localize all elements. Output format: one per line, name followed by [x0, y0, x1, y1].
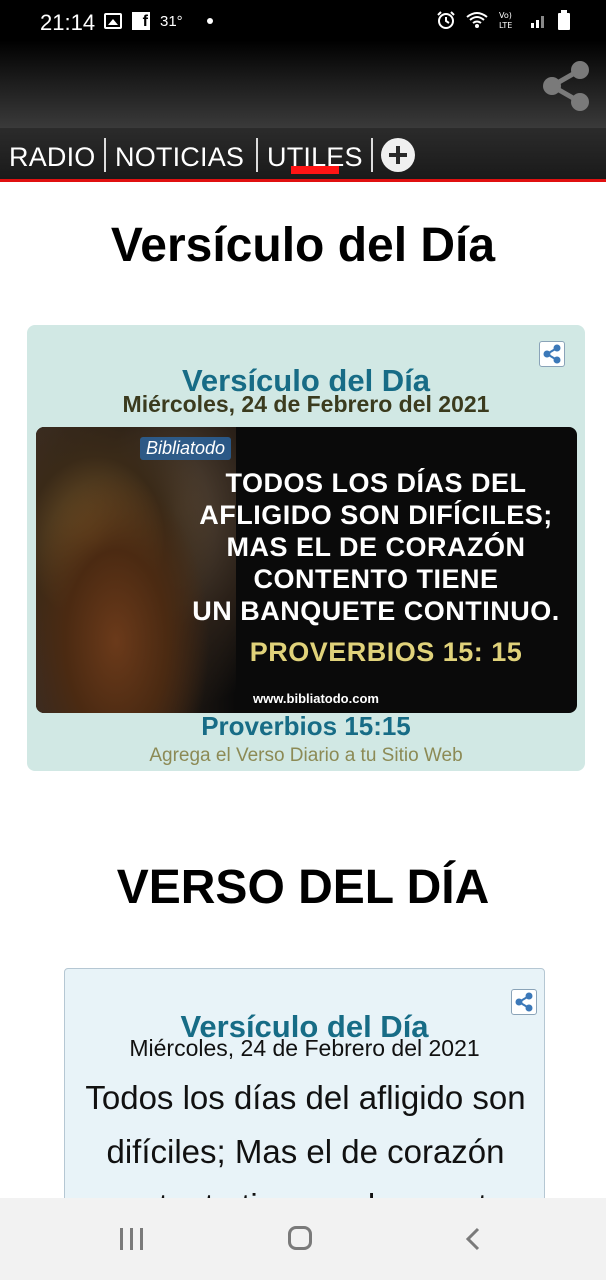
svg-text:LTE: LTE — [499, 21, 512, 30]
tab-radio[interactable]: RADIO — [9, 142, 96, 173]
tab-divider — [104, 138, 106, 172]
back-icon[interactable] — [462, 1226, 488, 1252]
recent-apps-icon[interactable] — [120, 1228, 146, 1250]
active-tab-indicator — [291, 166, 339, 174]
facebook-icon: f — [132, 12, 150, 30]
page-heading: Versículo del Día — [110, 219, 496, 272]
verse-image-reference: PROVERBIOS 15: 15 — [249, 637, 523, 667]
tab-bar: RADIO NOTICIAS UTILES — [0, 128, 606, 182]
home-icon[interactable] — [288, 1226, 312, 1250]
verse-reference-link[interactable]: Proverbios 15:15 — [27, 711, 585, 742]
tab-divider — [256, 138, 258, 172]
verse-image[interactable]: Bibliatodo TODOS LOS DÍAS DEL AFLIGIDO S… — [36, 427, 577, 713]
battery-icon — [558, 10, 570, 30]
status-right-icons: Vo) LTE — [436, 10, 570, 30]
verse-text-card: Versículo del Día Miércoles, 24 de Febre… — [64, 968, 545, 1228]
verse-line: AFLIGIDO SON DIFÍCILES; — [199, 500, 553, 530]
tab-noticias[interactable]: NOTICIAS — [115, 142, 244, 173]
gallery-icon — [104, 13, 122, 29]
wifi-icon — [466, 12, 488, 28]
share-icon[interactable] — [538, 58, 594, 114]
verse-image-text: TODOS LOS DÍAS DEL AFLIGIDO SON DIFÍCILE… — [186, 467, 566, 627]
section-heading: VERSO DEL DÍA — [116, 861, 490, 914]
alarm-icon — [437, 11, 455, 29]
volte-icon: Vo)LTE — [499, 11, 512, 30]
app-header: 21:14 f 31° Vo) LTE — [0, 0, 606, 128]
verse-line: TODOS LOS DÍAS DEL — [225, 468, 527, 498]
notification-dot-icon — [206, 18, 213, 24]
status-left-icons: f 31° — [104, 12, 213, 30]
svg-text:Vo): Vo) — [499, 11, 512, 20]
verse-image-url: www.bibliatodo.com — [253, 691, 379, 706]
card-date: Miércoles, 24 de Febrero del 2021 — [129, 1035, 480, 1061]
verse-line: UN BANQUETE CONTINUO. — [192, 596, 560, 626]
card-date: Miércoles, 24 de Febrero del 2021 — [122, 391, 490, 417]
bibliatodo-logo: Bibliatodo — [140, 437, 232, 460]
temperature: 31° — [160, 12, 183, 30]
add-tab-icon[interactable] — [381, 138, 415, 172]
verse-line: MAS EL DE CORAZÓN — [226, 532, 526, 562]
verse-line: CONTENTO TIENE — [253, 564, 499, 594]
tab-divider — [371, 138, 373, 172]
status-time: 21:14 — [40, 10, 96, 35]
signal-icon — [531, 16, 544, 28]
add-verse-widget-link[interactable]: Agrega el Verso Diario a tu Sitio Web — [27, 745, 585, 767]
